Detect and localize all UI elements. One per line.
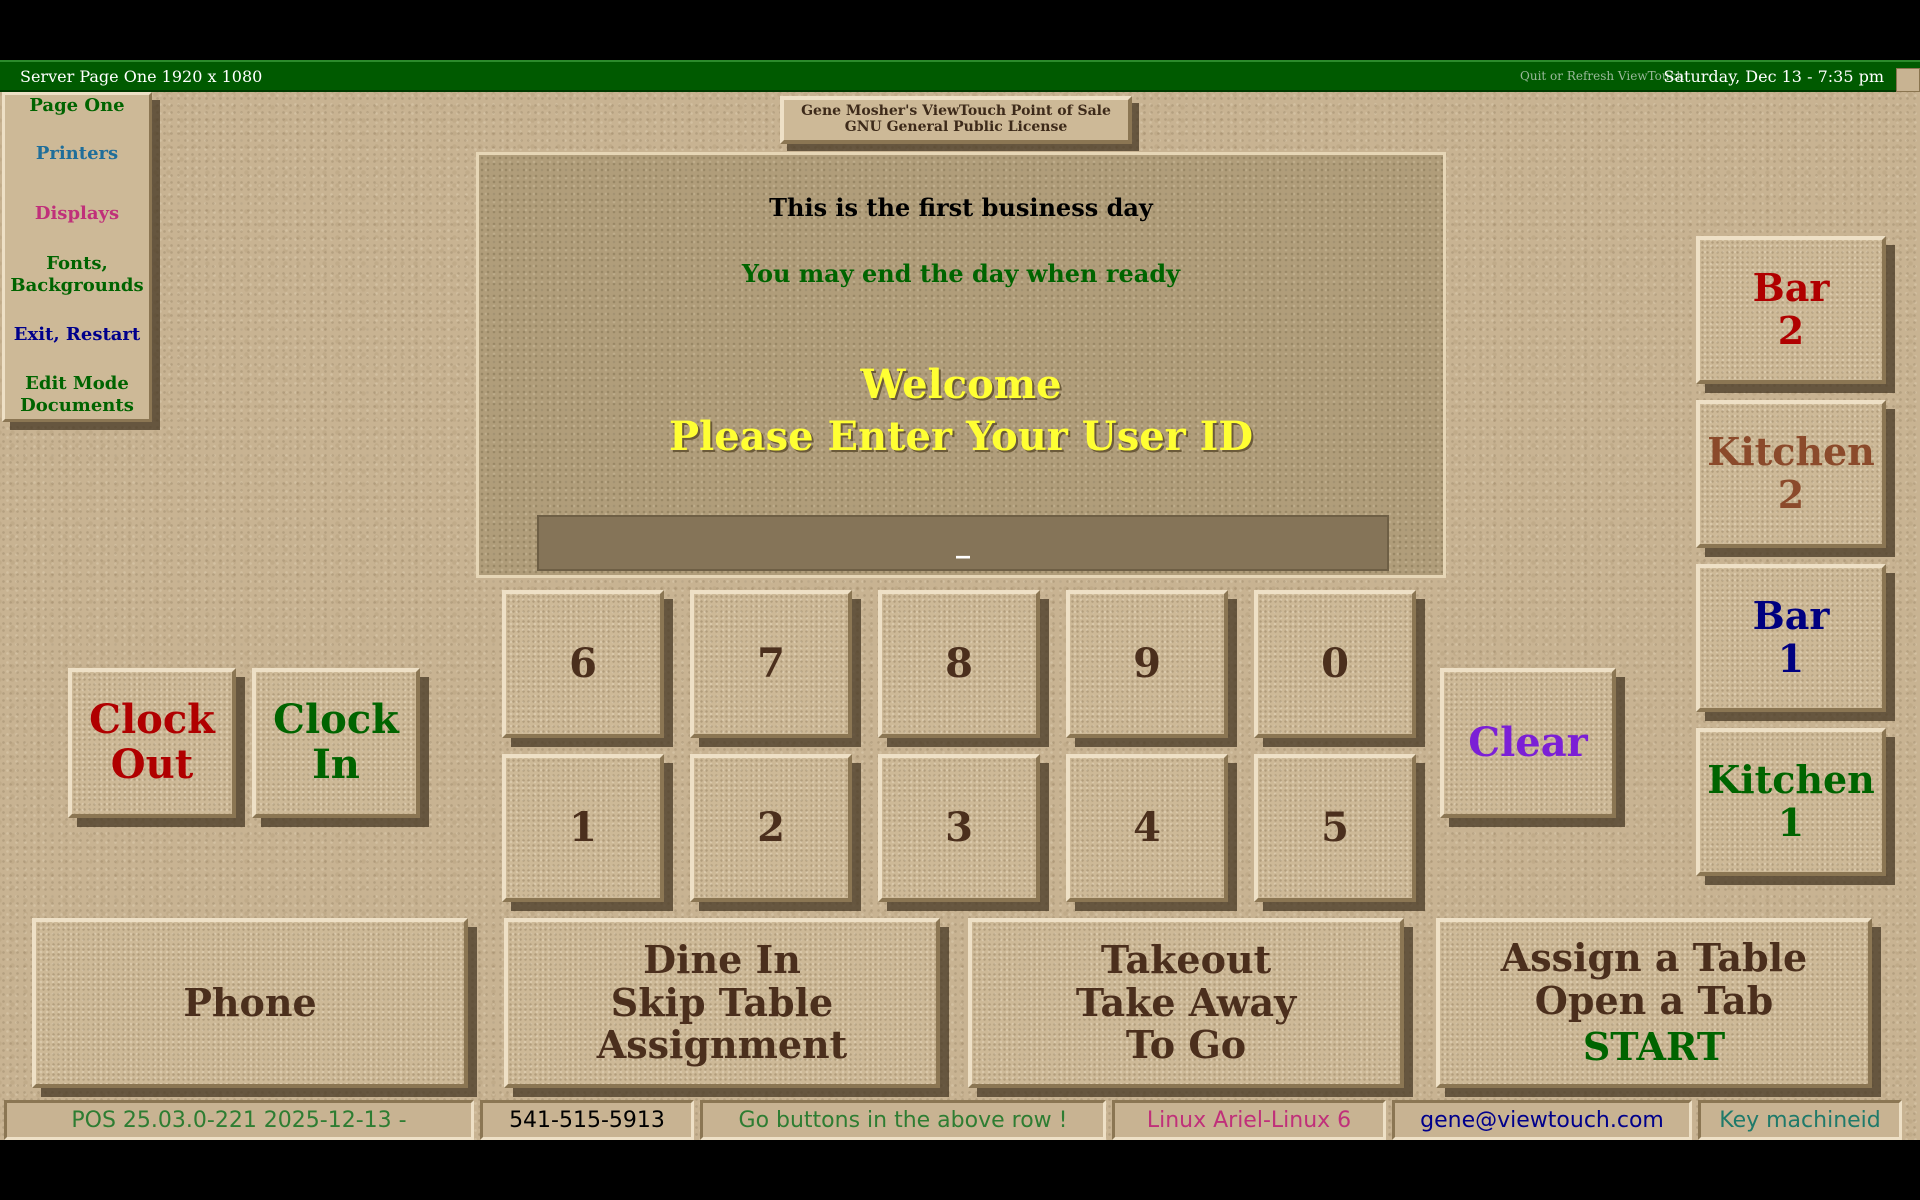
key-3[interactable]: 3 <box>878 754 1040 902</box>
bar-1-button[interactable]: Bar 1 <box>1696 564 1886 712</box>
clear-button[interactable]: Clear <box>1440 668 1616 818</box>
menu-item-edit-line1: Edit Mode <box>25 373 129 394</box>
kitchen-2-button[interactable]: Kitchen 2 <box>1696 400 1886 548</box>
quit-refresh-link[interactable]: Quit or Refresh ViewTouch <box>1520 69 1684 83</box>
key-6[interactable]: 6 <box>502 590 664 738</box>
clock-out-button[interactable]: Clock Out <box>68 668 236 818</box>
footer-os: Linux Ariel-Linux 6 <box>1112 1100 1386 1140</box>
menu-item-exit-restart[interactable]: Exit, Restart <box>5 324 149 346</box>
date-time: Saturday, Dec 13 - 7:35 pm <box>1663 67 1884 86</box>
bar-2-line1: Bar <box>1752 265 1830 311</box>
dine-in-line1: Dine In <box>643 937 801 983</box>
dine-in-line3: Assignment <box>596 1022 848 1068</box>
key-0[interactable]: 0 <box>1254 590 1416 738</box>
bar-2-line2: 2 <box>1777 308 1805 353</box>
key-2[interactable]: 2 <box>690 754 852 902</box>
takeout-line3: To Go <box>1125 1022 1247 1068</box>
menu-item-page-one[interactable]: Page One <box>5 95 149 117</box>
key-8[interactable]: 8 <box>878 590 1040 738</box>
menu-item-edit-line2: Documents <box>20 394 134 416</box>
menu-item-printers[interactable]: Printers <box>5 143 149 165</box>
footer-version: POS 25.03.0-221 2025-12-13 - <box>4 1100 474 1140</box>
takeout-button[interactable]: Takeout Take Away To Go <box>968 918 1404 1088</box>
enter-user-id-prompt: Please Enter Your User ID <box>668 413 1254 460</box>
key-1[interactable]: 1 <box>502 754 664 902</box>
takeout-line2: Take Away <box>1075 979 1297 1025</box>
left-menu: Page One Printers Displays Fonts, Backgr… <box>2 92 152 422</box>
login-panel: This is the first business day You may e… <box>476 152 1446 578</box>
bar-2-button[interactable]: Bar 2 <box>1696 236 1886 384</box>
menu-item-displays[interactable]: Displays <box>5 203 149 225</box>
first-business-day-text: This is the first business day <box>769 193 1153 222</box>
user-id-input[interactable]: _ <box>537 515 1389 571</box>
takeout-line1: Takeout <box>1100 937 1272 983</box>
clock-out-line1: Clock <box>89 696 215 744</box>
assign-table-button[interactable]: Assign a Table Open a Tab START <box>1436 918 1872 1088</box>
corner-box-icon[interactable] <box>1896 68 1920 92</box>
clock-in-line2: In <box>312 741 360 788</box>
end-day-text: You may end the day when ready <box>741 259 1181 288</box>
menu-item-fonts-backgrounds[interactable]: Fonts, Backgrounds <box>5 253 149 296</box>
phone-order-button[interactable]: Phone <box>32 918 468 1088</box>
clock-out-line2: Out <box>110 741 194 788</box>
license-box: Gene Mosher's ViewTouch Point of Sale GN… <box>780 96 1132 144</box>
clock-in-button[interactable]: Clock In <box>252 668 420 818</box>
dine-in-button[interactable]: Dine In Skip Table Assignment <box>504 918 940 1088</box>
assign-table-line1: Assign a Table <box>1500 935 1808 981</box>
title-bar: Server Page One 1920 x 1080 Quit or Refr… <box>0 60 1920 92</box>
footer-email: gene@viewtouch.com <box>1392 1100 1692 1140</box>
key-9[interactable]: 9 <box>1066 590 1228 738</box>
footer-key: Key machineid <box>1698 1100 1902 1140</box>
assign-table-line2: Open a Tab <box>1534 977 1774 1023</box>
menu-item-fonts-line2: Backgrounds <box>10 274 144 296</box>
license-line1: Gene Mosher's ViewTouch Point of Sale <box>801 103 1111 119</box>
footer-phone: 541-515-5913 <box>480 1100 694 1140</box>
kitchen-1-button[interactable]: Kitchen 1 <box>1696 728 1886 876</box>
kitchen-1-line1: Kitchen <box>1707 757 1875 803</box>
assign-table-start: START <box>1582 1024 1726 1070</box>
key-5[interactable]: 5 <box>1254 754 1416 902</box>
bar-1-line2: 1 <box>1777 636 1805 681</box>
dine-in-line2: Skip Table <box>610 979 834 1025</box>
key-4[interactable]: 4 <box>1066 754 1228 902</box>
key-7[interactable]: 7 <box>690 590 852 738</box>
footer-go-hint: Go buttons in the above row ! <box>700 1100 1106 1140</box>
bar-1-line1: Bar <box>1752 593 1830 639</box>
menu-item-edit-mode[interactable]: Edit Mode Documents <box>5 373 149 416</box>
kitchen-2-line1: Kitchen <box>1707 429 1875 475</box>
welcome-text: Welcome <box>860 361 1062 408</box>
license-line2: GNU General Public License <box>844 119 1068 136</box>
kitchen-2-line2: 2 <box>1777 472 1805 517</box>
kitchen-1-line2: 1 <box>1777 800 1805 845</box>
menu-item-fonts-line1: Fonts, <box>46 253 108 274</box>
page-title: Server Page One 1920 x 1080 <box>20 67 263 86</box>
clock-in-line1: Clock <box>273 696 399 744</box>
